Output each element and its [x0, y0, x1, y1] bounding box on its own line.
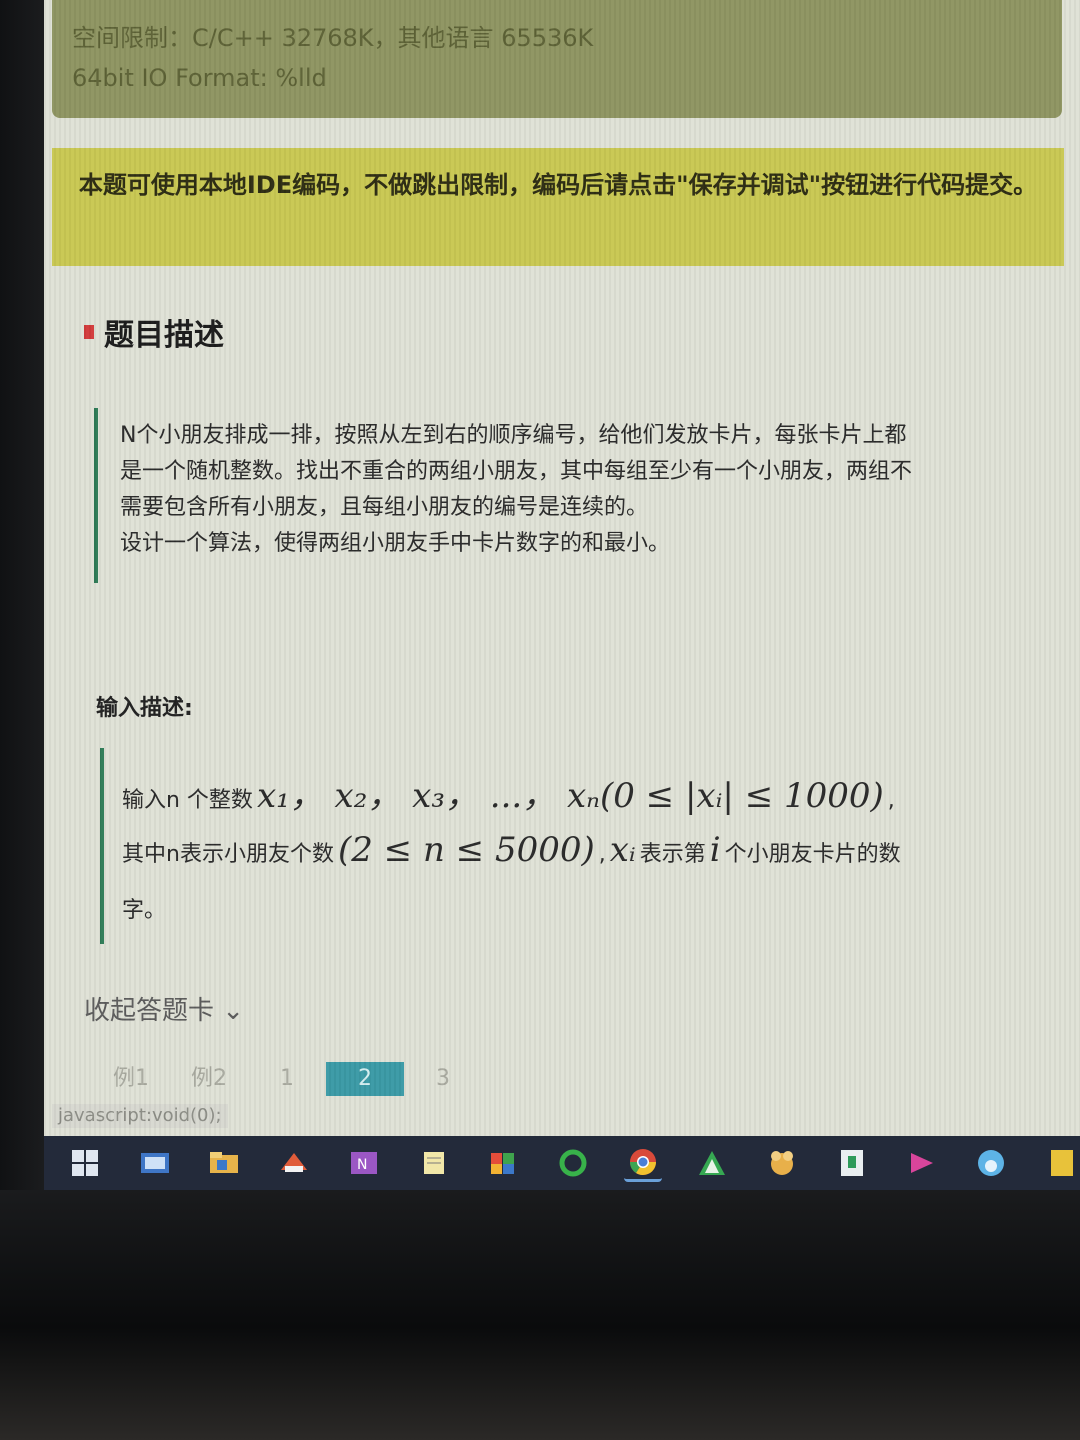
input-line3: 字。	[122, 898, 167, 923]
app4-icon[interactable]	[903, 1144, 941, 1182]
tab-question-1[interactable]: 1	[248, 1062, 326, 1096]
app5-icon[interactable]	[1042, 1144, 1080, 1182]
answer-card-tabs: 例1 例2 1 2 3	[92, 1062, 482, 1096]
file-manager-icon[interactable]	[205, 1144, 243, 1182]
input-line2-mid2: 表示第	[639, 842, 706, 867]
chrome-icon[interactable]	[623, 1144, 662, 1182]
monitor-bezel-left	[0, 0, 44, 1200]
input-line2-mid: ,	[598, 842, 606, 867]
input-line-2: 其中n表示小朋友个数 (2 ≤ n ≤ 5000) , xᵢ 表示第 i 个小朋…	[122, 830, 1030, 892]
input-line1-math: x₁， x₂， x₃， ...， xₙ(0 ≤ |xᵢ| ≤ 1000)	[256, 776, 884, 816]
input-line2-math2: xᵢ	[609, 830, 636, 870]
paint-icon[interactable]	[484, 1144, 522, 1182]
svg-text:N: N	[357, 1157, 367, 1173]
input-line-3: 字。	[122, 892, 1030, 932]
input-description-label: 输入描述:	[96, 696, 193, 721]
tab-question-2[interactable]: 2	[326, 1062, 404, 1096]
problem-info-box: 空间限制：C/C++ 32768K，其他语言 65536K 64bit IO F…	[52, 0, 1062, 118]
360-browser-icon[interactable]	[554, 1144, 592, 1182]
memory-limit-text: 空间限制：C/C++ 32768K，其他语言 65536K	[72, 24, 594, 52]
input-line2-math1: (2 ≤ n ≤ 5000)	[337, 830, 595, 870]
ide-notice-banner: 本题可使用本地IDE编码，不做跳出限制，编码后请点击"保存并调试"按钮进行代码提…	[52, 148, 1064, 266]
app3-icon[interactable]	[833, 1144, 871, 1182]
problem-description: N个小朋友排成一排，按照从左到右的顺序编号，给他们发放卡片，每张卡片上都 是一个…	[94, 408, 1024, 583]
browser-screen: 空间限制：C/C++ 32768K，其他语言 65536K 64bit IO F…	[44, 0, 1080, 1190]
onenote-icon[interactable]: N	[345, 1144, 383, 1182]
problem-title-text: 题目描述	[104, 318, 224, 353]
windows-start-icon[interactable]	[66, 1144, 104, 1182]
input-line2-suffix: 个小朋友卡片的数	[724, 842, 901, 867]
input-line1-prefix: 输入n 个整数	[122, 788, 253, 813]
tab-example-2[interactable]: 例2	[170, 1062, 248, 1096]
mail-icon[interactable]	[275, 1144, 313, 1182]
title-marker-icon	[84, 325, 94, 339]
description-line: 设计一个算法，使得两组小朋友手中卡片数字的和最小。	[120, 531, 671, 556]
tab-example-1[interactable]: 例1	[92, 1062, 170, 1096]
description-line: N个小朋友排成一排，按照从左到右的顺序编号，给他们发放卡片，每张卡片上都	[120, 423, 907, 448]
explorer-icon[interactable]	[136, 1144, 174, 1182]
notice-text: 本题可使用本地IDE编码，不做跳出限制，编码后请点击"保存并调试"按钮进行代码提…	[78, 171, 1038, 199]
problem-title: 题目描述	[84, 310, 224, 354]
io-format-text: 64bit IO Format: %lld	[72, 64, 327, 92]
input-description: 输入n 个整数 x₁， x₂， x₃， ...， xₙ(0 ≤ |xᵢ| ≤ 1…	[100, 748, 1030, 944]
input-line-1: 输入n 个整数 x₁， x₂， x₃， ...， xₙ(0 ≤ |xᵢ| ≤ 1…	[122, 768, 1030, 830]
notepad-icon[interactable]	[415, 1144, 453, 1182]
description-line: 是一个随机整数。找出不重合的两组小朋友，其中每组至少有一个小朋友，两组不	[120, 459, 913, 484]
status-bar-url: javascript:void(0);	[52, 1104, 228, 1128]
input-line2-math3: i	[709, 830, 721, 870]
edge-icon[interactable]	[973, 1144, 1011, 1182]
monitor-bezel-bottom	[0, 1190, 1080, 1440]
app2-icon[interactable]	[763, 1144, 801, 1182]
tab-question-3[interactable]: 3	[404, 1062, 482, 1096]
input-line1-suffix: ,	[887, 788, 895, 813]
windows-taskbar: N	[44, 1136, 1080, 1190]
description-line: 需要包含所有小朋友，且每组小朋友的编号是连续的。	[120, 495, 649, 520]
collapse-answer-card-button[interactable]: 收起答题卡 ⌄	[84, 990, 244, 1027]
input-line2-prefix: 其中n表示小朋友个数	[122, 842, 334, 867]
app-icon[interactable]	[694, 1144, 732, 1182]
